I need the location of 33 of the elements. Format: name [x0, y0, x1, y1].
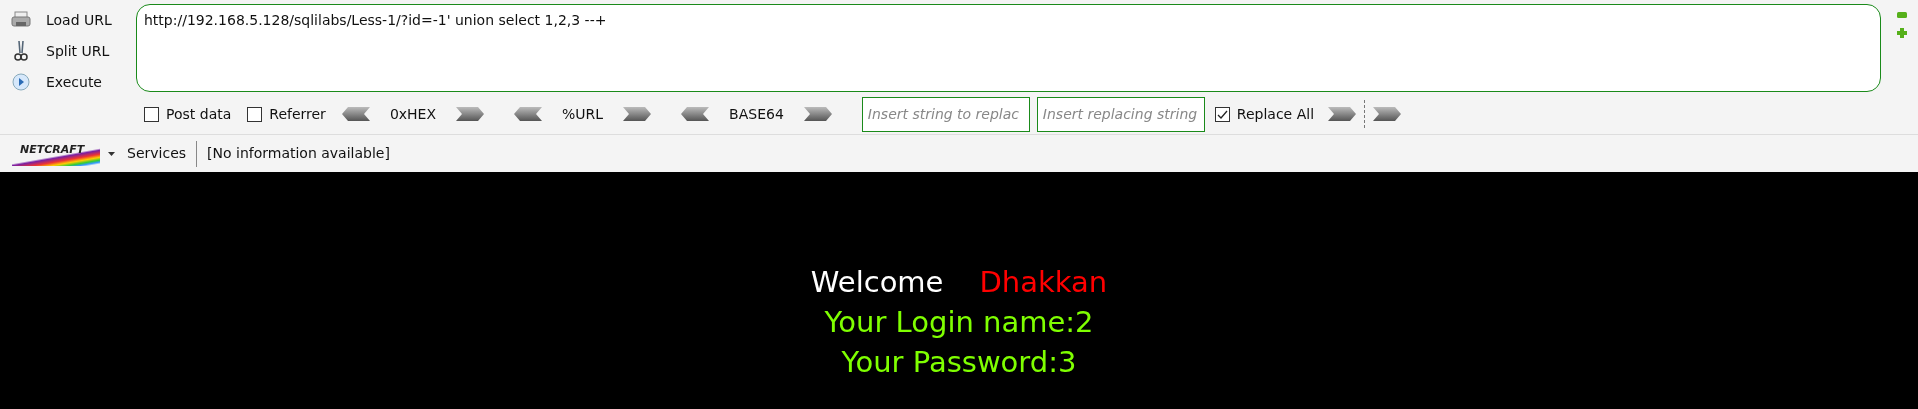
right-chevron-icon[interactable]: [456, 107, 485, 121]
option-label: Referrer: [269, 104, 326, 124]
left-chevron-icon[interactable]: [341, 107, 370, 121]
services-menu[interactable]: Services: [127, 143, 187, 164]
toolbar-button[interactable]: Load URL: [40, 9, 118, 31]
printer-icon: [11, 11, 31, 29]
right-chevron-icon[interactable]: [1373, 107, 1402, 121]
toolbar-button[interactable]: Split URL: [40, 40, 116, 62]
result-line: Your Password:3: [841, 344, 1077, 381]
right-chevron-icon[interactable]: [1328, 107, 1357, 121]
play-icon: [12, 73, 30, 91]
encoder-label: 0xHEX: [388, 104, 438, 124]
site-info: [No information available]: [207, 144, 390, 163]
user-name: Dhakkan: [979, 264, 1108, 301]
encoder-label: BASE64: [728, 104, 785, 124]
replace-field[interactable]: Insert replacing string: [1036, 96, 1205, 132]
welcome-text: Welcome: [810, 264, 944, 301]
option-label: Replace All: [1236, 104, 1315, 124]
find-field[interactable]: Insert string to replac: [861, 96, 1030, 132]
checkbox[interactable]: [144, 106, 159, 122]
right-chevron-icon[interactable]: [803, 107, 832, 121]
checkbox[interactable]: [1214, 106, 1230, 122]
encoder-label: %URL: [561, 104, 605, 124]
caret-icon[interactable]: [108, 151, 115, 156]
left-chevron-icon[interactable]: [681, 107, 710, 121]
right-chevron-icon[interactable]: [623, 107, 652, 121]
toolbar-button[interactable]: Execute: [40, 71, 108, 93]
url-field[interactable]: http://192.168.5.128/sqlilabs/Less-1/?id=-1' union select 1,2,3 --+: [136, 4, 1881, 92]
scissors-icon: [14, 40, 28, 62]
result-line: Your Login name:2: [824, 304, 1094, 341]
left-chevron-icon[interactable]: [514, 107, 543, 121]
option-label: Post data: [166, 104, 232, 124]
checkbox[interactable]: [247, 106, 263, 122]
